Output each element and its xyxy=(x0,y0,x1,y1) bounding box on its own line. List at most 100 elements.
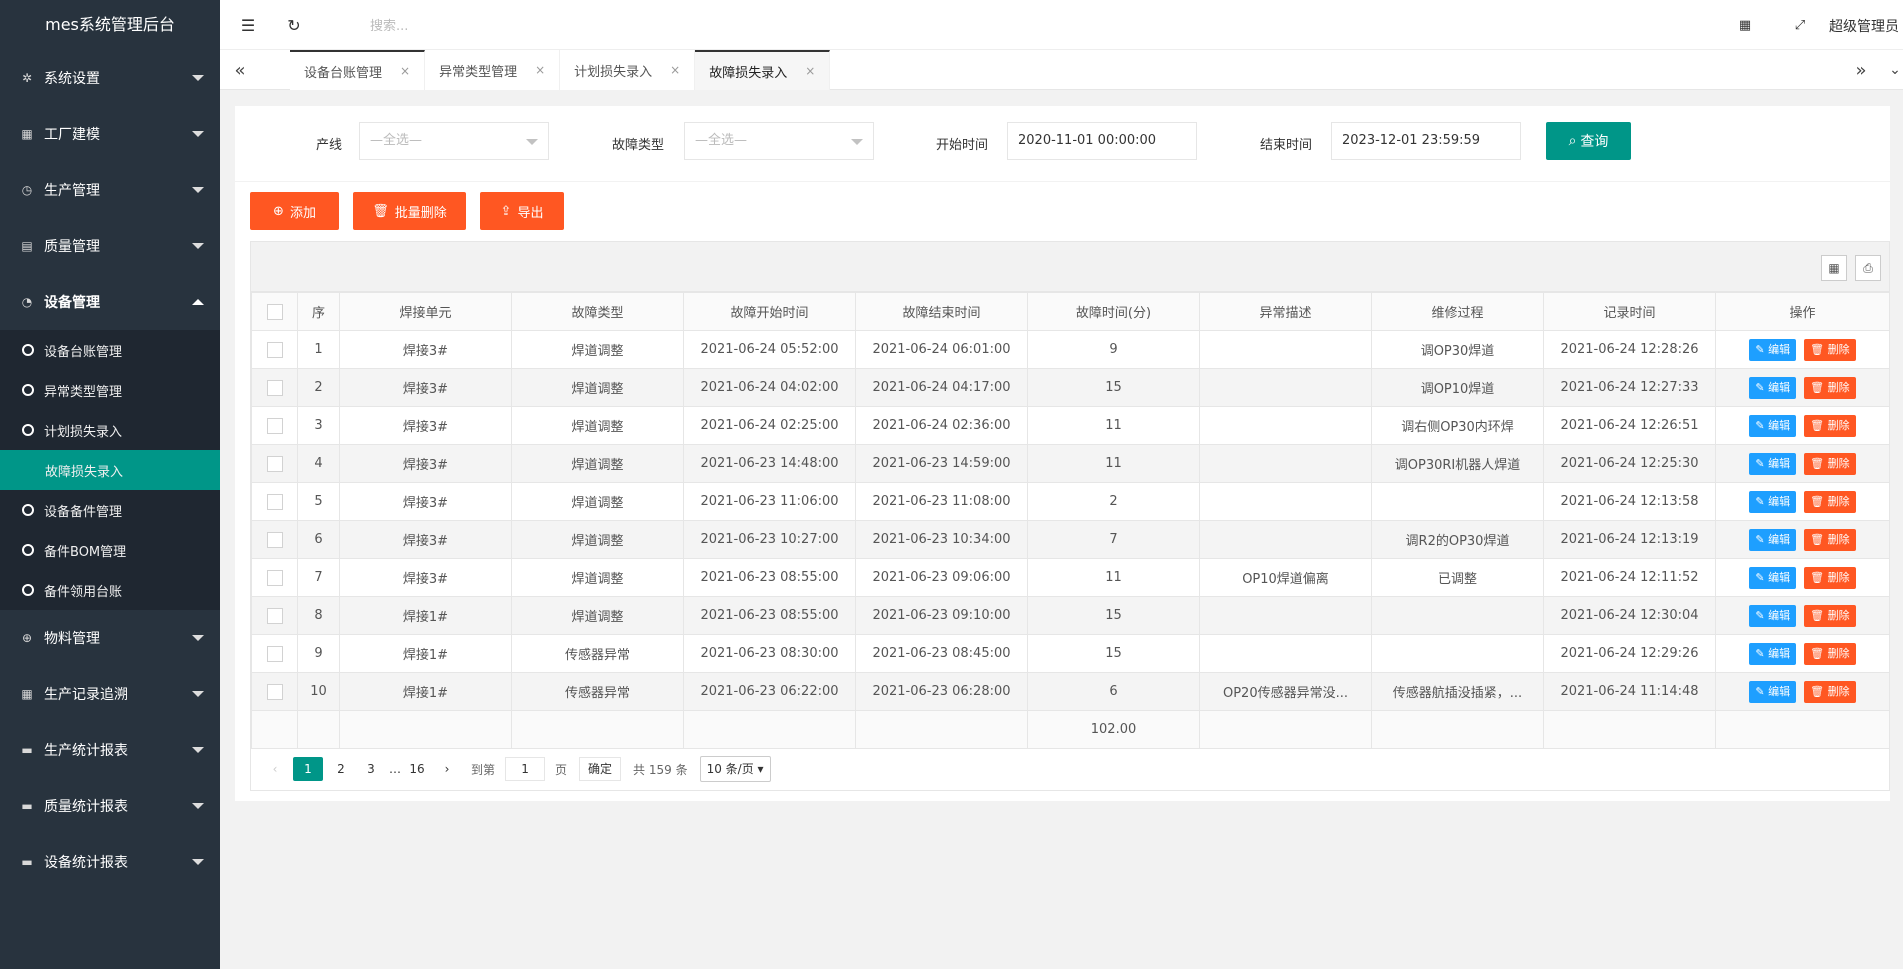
row-checkbox[interactable] xyxy=(266,531,283,548)
edit-button[interactable]: ✎ 编辑 xyxy=(1749,566,1797,589)
row-select-cell[interactable] xyxy=(251,368,298,407)
gear-icon: ✲ xyxy=(21,71,33,85)
delete-button[interactable]: 🗑 删除 xyxy=(1804,680,1856,703)
row-select-cell[interactable] xyxy=(251,330,298,369)
sidebar-item[interactable]: ▬ 质量统计报表 xyxy=(0,778,220,834)
edit-button[interactable]: ✎ 编辑 xyxy=(1749,642,1797,665)
edit-button[interactable]: ✎ 编辑 xyxy=(1749,452,1797,475)
row-select-cell[interactable] xyxy=(251,672,298,711)
print-icon[interactable]: ⎙ xyxy=(1855,255,1881,281)
user-name[interactable]: 超级管理员 xyxy=(1829,16,1899,36)
page-number[interactable]: 3 xyxy=(359,757,383,781)
row-select-cell[interactable] xyxy=(251,444,298,483)
line-select[interactable]: —全选— xyxy=(359,122,549,160)
clock-icon: ◷ xyxy=(21,183,33,197)
edit-button[interactable]: ✎ 编辑 xyxy=(1749,376,1797,399)
select-all-cell[interactable] xyxy=(251,292,298,331)
columns-icon[interactable]: ▦ xyxy=(1821,255,1847,281)
submenu-item[interactable]: 备件领用台账 xyxy=(0,570,220,610)
close-icon[interactable]: × xyxy=(805,64,815,78)
search-input[interactable]: 搜索... xyxy=(370,15,408,34)
fullscreen-icon[interactable]: ⤢ xyxy=(1780,0,1820,50)
row-select-cell[interactable] xyxy=(251,634,298,673)
cell-repair xyxy=(1371,634,1544,673)
start-time-input[interactable]: 2020-11-01 00:00:00 xyxy=(1007,122,1197,160)
edit-button[interactable]: ✎ 编辑 xyxy=(1749,414,1797,437)
delete-button[interactable]: 🗑 删除 xyxy=(1804,414,1856,437)
tabs-left-arrow-icon[interactable]: « xyxy=(220,50,260,90)
fault-type-select[interactable]: —全选— xyxy=(684,122,874,160)
menu-toggle-icon[interactable]: ☰ xyxy=(228,0,268,50)
close-icon[interactable]: × xyxy=(400,64,410,78)
apps-icon[interactable]: ▦ xyxy=(1725,0,1765,50)
delete-button[interactable]: 🗑 删除 xyxy=(1804,604,1856,627)
sidebar-item[interactable]: ◷ 生产管理 xyxy=(0,162,220,218)
row-checkbox[interactable] xyxy=(266,569,283,586)
sidebar-item[interactable]: ✲ 系统设置 xyxy=(0,50,220,106)
delete-button[interactable]: 🗑 删除 xyxy=(1804,566,1856,589)
edit-button[interactable]: ✎ 编辑 xyxy=(1749,528,1797,551)
sidebar-item[interactable]: ▤ 质量管理 xyxy=(0,218,220,274)
delete-button[interactable]: 🗑 删除 xyxy=(1804,452,1856,475)
page-size-select[interactable]: 10 条/页 ▾ xyxy=(699,756,771,782)
submenu-item[interactable]: 设备台账管理 xyxy=(0,330,220,370)
row-select-cell[interactable] xyxy=(251,406,298,445)
close-icon[interactable]: × xyxy=(670,63,680,77)
submenu-item[interactable]: 备件BOM管理 xyxy=(0,530,220,570)
tab-item[interactable]: 设备台账管理 × xyxy=(290,50,426,90)
grid-icon: ▦ xyxy=(21,127,33,141)
tab-item[interactable]: 计划损失录入 × xyxy=(560,50,696,90)
row-checkbox[interactable] xyxy=(266,417,283,434)
add-button[interactable]: ⊕ 添加 xyxy=(250,192,339,230)
row-checkbox[interactable] xyxy=(266,341,283,358)
query-button[interactable]: ⌕ 查询 xyxy=(1546,122,1631,160)
select-all-checkbox[interactable] xyxy=(266,303,283,320)
sidebar-item[interactable]: ▦ 生产记录追溯 xyxy=(0,666,220,722)
row-checkbox[interactable] xyxy=(266,455,283,472)
cell-minutes: 7 xyxy=(1027,520,1200,559)
row-checkbox[interactable] xyxy=(266,493,283,510)
row-select-cell[interactable] xyxy=(251,558,298,597)
row-select-cell[interactable] xyxy=(251,482,298,521)
sidebar-item[interactable]: ▬ 设备统计报表 xyxy=(0,834,220,890)
goto-confirm-button[interactable]: 确定 xyxy=(579,757,622,781)
refresh-icon[interactable]: ↻ xyxy=(274,0,314,50)
delete-button[interactable]: 🗑 删除 xyxy=(1804,642,1856,665)
goto-page-input[interactable]: 1 xyxy=(505,757,546,781)
delete-button[interactable]: 🗑 删除 xyxy=(1804,490,1856,513)
export-button[interactable]: ⇪ 导出 xyxy=(480,192,564,230)
sidebar-item[interactable]: ⊕ 物料管理 xyxy=(0,610,220,666)
page-number[interactable]: 1 xyxy=(293,757,323,781)
page-number[interactable]: 2 xyxy=(329,757,353,781)
edit-button[interactable]: ✎ 编辑 xyxy=(1749,604,1797,627)
delete-button[interactable]: 🗑 删除 xyxy=(1804,376,1856,399)
submenu-item[interactable]: 设备备件管理 xyxy=(0,490,220,530)
submenu-item[interactable]: 故障损失录入 xyxy=(0,450,220,490)
row-checkbox[interactable] xyxy=(266,607,283,624)
tabs-more-icon[interactable]: ⌄ xyxy=(1875,50,1903,90)
submenu-item[interactable]: 异常类型管理 xyxy=(0,370,220,410)
batch-delete-button[interactable]: 🗑 批量删除 xyxy=(353,192,466,230)
page-number[interactable]: 16 xyxy=(405,757,429,781)
sidebar-item[interactable]: ▬ 生产统计报表 xyxy=(0,722,220,778)
row-checkbox[interactable] xyxy=(266,379,283,396)
close-icon[interactable]: × xyxy=(535,63,545,77)
delete-button[interactable]: 🗑 删除 xyxy=(1804,528,1856,551)
circle-icon xyxy=(22,504,34,516)
sidebar-item[interactable]: ▦ 工厂建模 xyxy=(0,106,220,162)
delete-button[interactable]: 🗑 删除 xyxy=(1804,338,1856,361)
prev-page-icon[interactable]: ‹ xyxy=(263,757,287,781)
edit-button[interactable]: ✎ 编辑 xyxy=(1749,338,1797,361)
row-checkbox[interactable] xyxy=(266,683,283,700)
tab-item[interactable]: 异常类型管理 × xyxy=(425,50,561,90)
next-page-icon[interactable]: › xyxy=(435,757,459,781)
submenu-item[interactable]: 计划损失录入 xyxy=(0,410,220,450)
edit-button[interactable]: ✎ 编辑 xyxy=(1749,490,1797,513)
row-select-cell[interactable] xyxy=(251,520,298,559)
tab-item[interactable]: 故障损失录入 × xyxy=(695,50,831,90)
row-checkbox[interactable] xyxy=(266,645,283,662)
end-time-input[interactable]: 2023-12-01 23:59:59 xyxy=(1331,122,1521,160)
sidebar-item[interactable]: ◔ 设备管理 xyxy=(0,274,220,330)
edit-button[interactable]: ✎ 编辑 xyxy=(1749,680,1797,703)
row-select-cell[interactable] xyxy=(251,596,298,635)
